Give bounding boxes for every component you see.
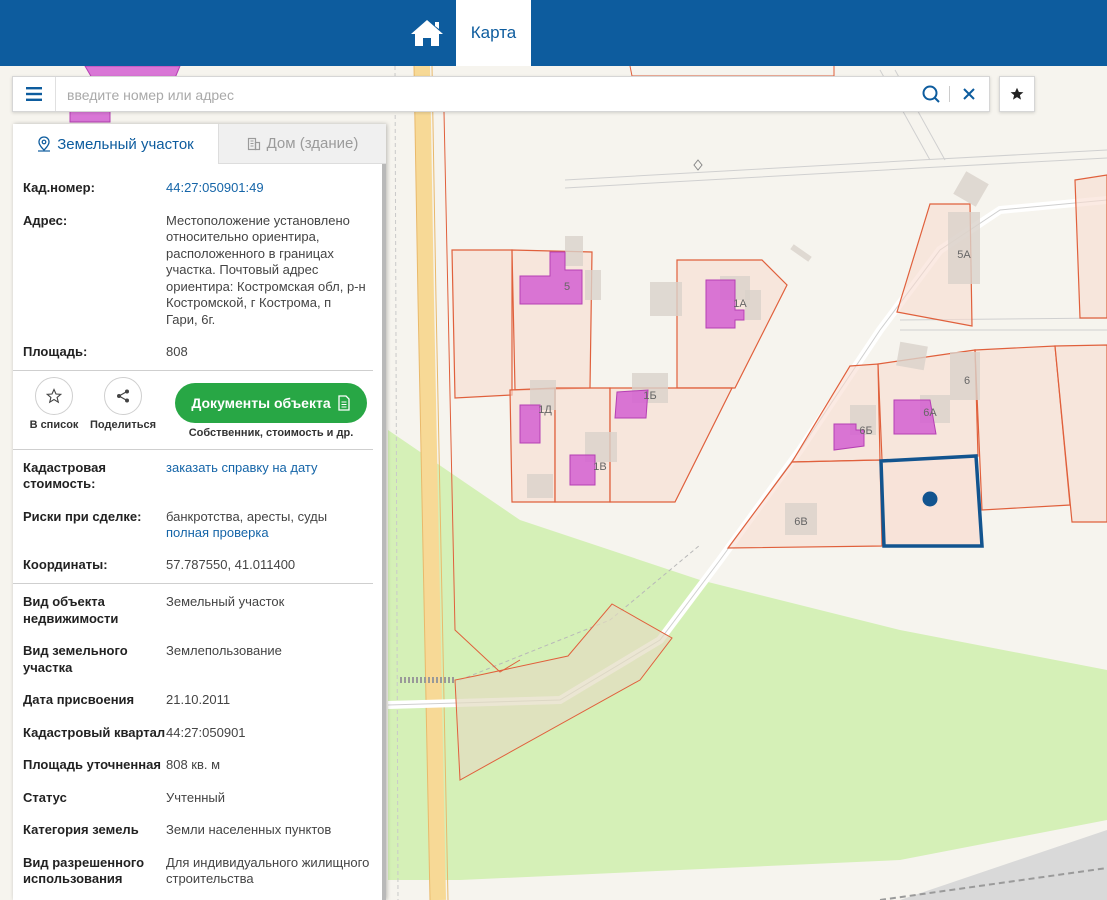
row-label: Статус bbox=[23, 789, 67, 805]
row-label: Категория земель bbox=[23, 822, 139, 837]
scrollbar-thumb[interactable] bbox=[382, 164, 386, 900]
risks-value: банкротства, аресты, суды bbox=[166, 508, 328, 524]
address-value: Местоположение установлено относительно … bbox=[166, 212, 366, 327]
row-label: Площадь: bbox=[23, 344, 88, 359]
row-area: Площадь: 808 bbox=[13, 328, 386, 370]
parcel-label: 1В bbox=[593, 461, 606, 473]
map-pin-icon bbox=[38, 136, 51, 152]
add-to-list-label: В список bbox=[29, 418, 79, 431]
row-label: Вид разрешенного использования bbox=[23, 854, 145, 887]
row-label: Вид земельного участка bbox=[23, 643, 128, 675]
area-value: 808 bbox=[166, 344, 188, 359]
row-risks: Риски при сделке: банкротства, аресты, с… bbox=[13, 493, 386, 542]
full-check-link[interactable]: полная проверка bbox=[166, 525, 269, 540]
detail-row: Вид объекта недвижимости Земельный участ… bbox=[13, 584, 386, 627]
row-label: Риски при сделке: bbox=[23, 508, 142, 524]
order-certificate-link[interactable]: заказать справку на дату bbox=[166, 460, 318, 475]
tab-building-label: Дом (здание) bbox=[266, 135, 359, 152]
documents-button[interactable]: Документы объекта bbox=[175, 382, 367, 423]
parcel-label: 6В bbox=[794, 516, 807, 528]
parcel-label: 1А bbox=[733, 298, 747, 310]
tab-map[interactable]: Карта bbox=[456, 0, 531, 66]
row-value: 44:27:050901 bbox=[166, 724, 246, 740]
detail-row: Дата присвоения 21.10.2011 bbox=[13, 676, 386, 709]
row-coords: Координаты: 57.787550, 41.011400 bbox=[13, 542, 386, 584]
parcel-label: 1Б bbox=[643, 390, 656, 402]
document-icon bbox=[337, 394, 350, 411]
detail-row: Площадь уточненная 808 кв. м bbox=[13, 741, 386, 774]
detail-row: Категория земель Земли населенных пункто… bbox=[13, 806, 386, 839]
home-icon bbox=[411, 20, 443, 46]
row-value: Земли населенных пунктов bbox=[166, 822, 332, 837]
menu-button[interactable] bbox=[13, 77, 56, 111]
tab-building[interactable]: Дом (здание) bbox=[218, 124, 386, 164]
parcel-label: 6Б bbox=[859, 425, 872, 437]
row-label: Кадастровая стоимость: bbox=[23, 459, 106, 492]
parcel-label: 1Д bbox=[538, 404, 552, 416]
share-label: Поделиться bbox=[89, 418, 157, 431]
row-value: Учтенный bbox=[166, 789, 226, 805]
detail-row: Кадастровый квартал 44:27:050901 bbox=[13, 709, 386, 742]
row-label: Дата присвоения bbox=[23, 692, 135, 707]
add-to-list-button[interactable]: В список bbox=[22, 376, 86, 431]
row-label: Площадь уточненная bbox=[23, 757, 161, 772]
parcel-label: 5 bbox=[564, 281, 570, 293]
search-icon[interactable] bbox=[921, 84, 941, 104]
panel-tabs: Земельный участок Дом (здание) bbox=[13, 124, 386, 164]
favorites-button[interactable] bbox=[999, 76, 1035, 112]
selected-parcel-marker bbox=[922, 491, 938, 507]
info-panel: Земельный участок Дом (здание) Кад.номер… bbox=[13, 124, 386, 900]
actions-bar: В список Поделиться Документы объекта Со… bbox=[13, 371, 386, 449]
row-kad-nomer: Кад.номер: 44:27:050901:49 bbox=[13, 164, 386, 197]
row-value: 808 кв. м bbox=[166, 757, 221, 772]
star-icon bbox=[1010, 87, 1024, 100]
top-bar: Карта bbox=[0, 0, 1107, 66]
documents-subtitle: Собственник, стоимость и др. bbox=[188, 426, 354, 439]
row-value: 21.10.2011 bbox=[166, 692, 231, 707]
share-button[interactable]: Поделиться bbox=[89, 376, 157, 431]
parcel-label: 6 bbox=[964, 375, 970, 387]
detail-row: Вид разрешенного использования Для индив… bbox=[13, 839, 386, 888]
row-address: Адрес: Местоположение установлено относи… bbox=[13, 197, 386, 329]
close-icon[interactable] bbox=[960, 84, 978, 104]
row-label: Кадастровый квартал bbox=[23, 724, 166, 740]
search-separator bbox=[949, 86, 950, 102]
home-button[interactable] bbox=[402, 8, 452, 58]
row-label: Координаты: bbox=[23, 556, 108, 572]
tab-land-plot-label: Земельный участок bbox=[57, 135, 194, 153]
detail-row: Статус Учтенный bbox=[13, 774, 386, 807]
parcel-label: 6А bbox=[923, 407, 937, 419]
coords-value: 57.787550, 41.011400 bbox=[166, 556, 296, 572]
search-bar bbox=[12, 76, 990, 112]
row-cad-value: Кадастровая стоимость: заказать справку … bbox=[13, 450, 386, 493]
row-label: Вид объекта недвижимости bbox=[23, 594, 119, 626]
tab-land-plot[interactable]: Земельный участок bbox=[13, 124, 218, 164]
detail-row: Вид земельного участка Землепользование bbox=[13, 627, 386, 676]
share-icon bbox=[117, 389, 129, 402]
hamburger-icon bbox=[26, 87, 42, 101]
row-value: Землепользование bbox=[166, 643, 282, 658]
star-outline-icon bbox=[46, 387, 62, 403]
parcel-label: 5А bbox=[957, 249, 971, 261]
row-value: Земельный участок bbox=[166, 594, 285, 609]
search-input[interactable] bbox=[65, 82, 909, 108]
documents-button-label: Документы объекта bbox=[191, 394, 331, 411]
building-icon bbox=[247, 137, 260, 150]
row-label: Адрес: bbox=[23, 212, 68, 228]
row-value: Для индивидуального жилищного строительс… bbox=[166, 854, 370, 887]
row-label: Кад.номер: bbox=[23, 180, 95, 195]
info-rows: Кад.номер: 44:27:050901:49 Адрес: Местоп… bbox=[13, 164, 386, 888]
kad-nomer-link[interactable]: 44:27:050901:49 bbox=[166, 180, 264, 195]
